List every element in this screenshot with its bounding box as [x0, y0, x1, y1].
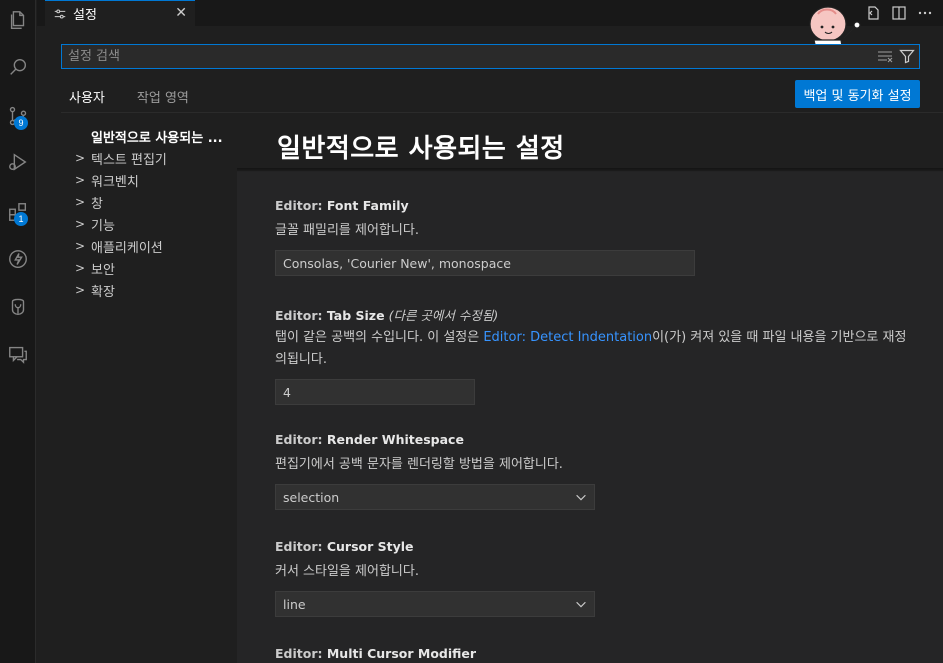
section-title: 일반적으로 사용되는 설정	[277, 134, 565, 164]
setting-description: 탭이 같은 공백의 수입니다. 이 설정은 Editor: Detect Ind…	[275, 327, 915, 371]
render-whitespace-select[interactable]: selection	[275, 484, 595, 510]
toc-item[interactable]: > 보안	[61, 257, 237, 279]
setting-description: 편집기에서 공백 문자를 렌더링할 방법을 제어합니다.	[275, 457, 563, 472]
chevron-right-icon: >	[75, 217, 86, 231]
lightning-icon[interactable]	[0, 239, 36, 279]
chevron-right-icon: >	[75, 151, 86, 165]
activity-bar: 9 1	[0, 0, 36, 663]
select-value: selection	[283, 489, 340, 505]
toc-item-label: 확장	[91, 284, 115, 300]
chevron-right-icon: >	[75, 283, 86, 297]
toc-item-commonly-used[interactable]: 일반적으로 사용되는 ...	[61, 125, 237, 147]
settings-tab-label: 설정	[73, 8, 97, 23]
search-input[interactable]	[62, 45, 919, 68]
setting-category: Editor:	[275, 308, 327, 323]
extensions-icon[interactable]: 1	[0, 192, 36, 232]
chevron-right-icon: >	[75, 239, 86, 253]
setting-title: Editor: Cursor Style	[275, 539, 915, 557]
setting-description: 글꼴 패밀리를 제어합니다.	[275, 223, 419, 238]
setting-title: Editor: Font Family	[275, 198, 915, 216]
toc-item-label: 창	[91, 196, 103, 212]
toc-item-label: 보안	[91, 262, 115, 278]
divider	[237, 168, 943, 172]
source-control-badge: 9	[14, 116, 28, 130]
setting-font-family: Editor: Font Family 글꼴 패밀리를 제어합니다. Conso…	[275, 198, 915, 276]
chevron-right-icon: >	[75, 261, 86, 275]
settings-search-box[interactable]	[61, 44, 920, 69]
run-debug-icon[interactable]	[0, 142, 36, 182]
tab-size-input[interactable]: 4	[275, 379, 475, 405]
close-icon[interactable]: ✕	[175, 5, 187, 21]
toc-item[interactable]: > 애플리케이션	[61, 235, 237, 257]
setting-key: Cursor Style	[326, 539, 414, 554]
toc-item[interactable]: > 기능	[61, 213, 237, 235]
more-actions-icon[interactable]	[915, 3, 935, 23]
setting-category: Editor:	[275, 198, 327, 213]
editor-actions	[863, 3, 935, 23]
toc-item[interactable]: > 창	[61, 191, 237, 213]
chevron-down-icon	[576, 494, 586, 501]
source-control-icon[interactable]: 9	[0, 96, 36, 136]
select-value: line	[283, 596, 306, 612]
chevron-right-icon: >	[75, 195, 86, 209]
setting-title: Editor: Render Whitespace	[275, 432, 915, 450]
setting-description: 커서 스타일을 제어합니다.	[275, 564, 419, 579]
toc-item[interactable]: > 텍스트 편집기	[61, 147, 237, 169]
comments-icon[interactable]	[0, 334, 36, 374]
cursor-style-select[interactable]: line	[275, 591, 595, 617]
toc-item[interactable]: > 워크벤치	[61, 169, 237, 191]
settings-scope-tabs: 사용자 작업 영역	[61, 87, 197, 113]
split-editor-icon[interactable]	[889, 3, 909, 23]
database-icon[interactable]	[0, 287, 36, 327]
toc-item-label: 애플리케이션	[91, 240, 163, 256]
setting-title: Editor: Multi Cursor Modifier	[275, 646, 915, 663]
setting-key: Font Family	[326, 198, 409, 213]
toc-item-label: 텍스트 편집기	[91, 152, 167, 168]
modified-elsewhere-label[interactable]: (다른 곳에서 수정됨)	[389, 308, 499, 323]
setting-category: Editor:	[275, 432, 327, 447]
toc-item-label: 워크벤치	[91, 174, 139, 190]
chevron-down-icon	[576, 601, 586, 608]
setting-category: Editor:	[275, 646, 327, 661]
settings-toc: 일반적으로 사용되는 ... > 텍스트 편집기 > 워크벤치 > 창 > 기능 > 애플…	[61, 125, 237, 301]
chevron-right-icon: >	[75, 173, 86, 187]
setting-title: Editor: Tab Size (다른 곳에서 수정됨)	[275, 305, 915, 323]
files-icon[interactable]	[0, 0, 36, 40]
search-icon[interactable]	[0, 47, 36, 87]
font-family-input[interactable]: Consolas, 'Courier New', monospace	[275, 250, 695, 276]
divider	[61, 112, 943, 113]
setting-multi-cursor-modifier: Editor: Multi Cursor Modifier	[275, 646, 915, 663]
setting-cursor-style: Editor: Cursor Style 커서 스타일을 제어합니다. line	[275, 539, 915, 617]
clear-filter-icon[interactable]	[877, 48, 893, 68]
filter-icon[interactable]	[899, 48, 915, 68]
settings-sliders-icon	[53, 7, 67, 21]
setting-category: Editor:	[275, 539, 327, 554]
detect-indentation-link[interactable]: Editor: Detect Indentation	[483, 330, 652, 345]
search-actions	[877, 48, 915, 68]
description-text: 탭이 같은 공백의 수입니다. 이 설정은	[275, 330, 484, 345]
setting-key: Tab Size	[326, 308, 385, 323]
setting-tab-size: Editor: Tab Size (다른 곳에서 수정됨) 탭이 같은 공백의 수…	[275, 305, 915, 405]
tab-user[interactable]: 사용자	[61, 87, 113, 113]
tab-workspace[interactable]: 작업 영역	[129, 87, 197, 113]
backup-sync-button[interactable]: 백업 및 동기화 설정	[795, 80, 920, 108]
setting-key: Render Whitespace	[326, 432, 464, 447]
settings-tab[interactable]: 설정 ✕	[45, 0, 195, 26]
toc-item[interactable]: > 확장	[61, 279, 237, 301]
extensions-badge: 1	[14, 212, 28, 226]
setting-render-whitespace: Editor: Render Whitespace 편집기에서 공백 문자를 렌…	[275, 432, 915, 510]
toc-item-label: 기능	[91, 218, 115, 234]
setting-key: Multi Cursor Modifier	[326, 646, 477, 661]
